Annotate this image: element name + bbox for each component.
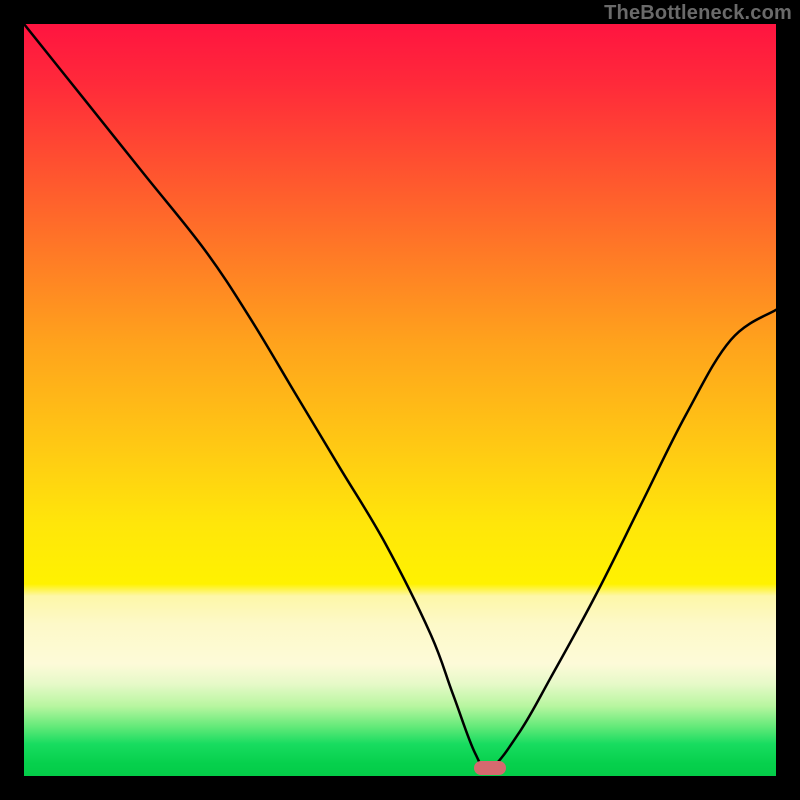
background-gradient bbox=[24, 24, 776, 776]
watermark-label: TheBottleneck.com bbox=[604, 2, 792, 25]
plot-area bbox=[24, 24, 776, 776]
chart-frame: TheBottleneck.com bbox=[0, 0, 800, 800]
optimal-marker-icon bbox=[474, 761, 506, 775]
